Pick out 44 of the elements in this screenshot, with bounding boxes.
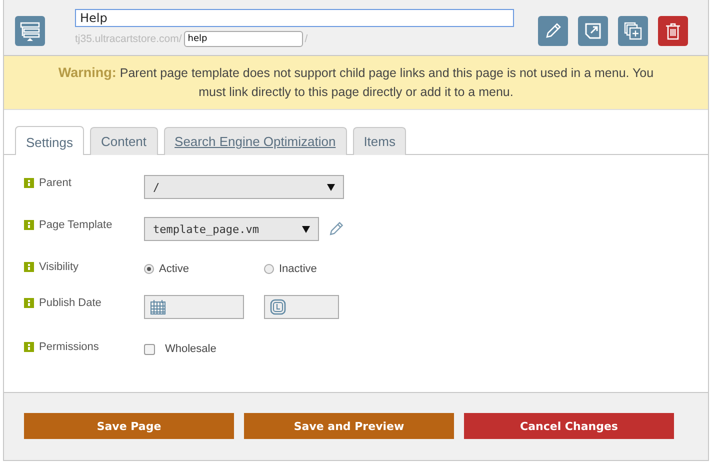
date-field[interactable]	[144, 295, 244, 319]
sitemap-icon	[19, 21, 41, 41]
dropdown[interactable]: /	[144, 175, 344, 199]
slug-field[interactable]: help	[184, 31, 303, 47]
title-field[interactable]: Help	[75, 9, 514, 27]
tab[interactable]: Search Engine Optimization	[164, 127, 347, 155]
tab[interactable]: Settings	[15, 126, 84, 155]
field-label: Page Template	[39, 219, 112, 231]
warning-message: Warning: Parent page template does not support child page links and this page is not used in a menu. You must link directly to this page directly or add it to a menu.	[57, 64, 655, 101]
field-label: Parent	[39, 177, 72, 189]
info-icon	[24, 220, 34, 230]
calendar-icon	[150, 299, 166, 315]
info-icon	[24, 342, 34, 352]
info-icon	[24, 178, 34, 188]
url-suffix: /	[304, 33, 308, 45]
copy-icon	[623, 21, 643, 41]
field-label: Permissions	[39, 341, 99, 353]
external-link-icon	[583, 21, 603, 41]
delete-button[interactable]	[658, 16, 688, 46]
checkbox-option[interactable]: Wholesale	[144, 339, 244, 355]
duplicate-button[interactable]	[618, 16, 648, 46]
sitemap-button[interactable]	[15, 16, 45, 46]
radio-option[interactable]: Active	[144, 259, 244, 275]
pencil-icon	[543, 21, 563, 41]
action-button[interactable]: Cancel Changes	[464, 413, 674, 439]
tab[interactable]: Content	[90, 127, 158, 155]
pencil-icon[interactable]	[327, 220, 345, 238]
url-prefix: tj35.ultracartstore.com/	[75, 33, 182, 45]
radio-option[interactable]: Inactive	[264, 259, 364, 275]
action-button[interactable]: Save and Preview	[244, 413, 454, 439]
action-button[interactable]: Save Page	[24, 413, 234, 439]
info-icon	[24, 262, 34, 272]
field-label: Publish Date	[39, 297, 102, 309]
time-field[interactable]	[264, 295, 339, 319]
caret-icon	[302, 226, 310, 232]
field-label: Visibility	[39, 261, 79, 273]
edit-button[interactable]	[538, 16, 568, 46]
trash-icon	[663, 21, 683, 41]
dropdown[interactable]: template_page.vm	[144, 217, 319, 241]
open-button[interactable]	[578, 16, 608, 46]
clock-icon	[270, 299, 286, 315]
info-icon	[24, 298, 34, 308]
caret-icon	[327, 184, 335, 190]
tab[interactable]: Items	[352, 127, 406, 155]
